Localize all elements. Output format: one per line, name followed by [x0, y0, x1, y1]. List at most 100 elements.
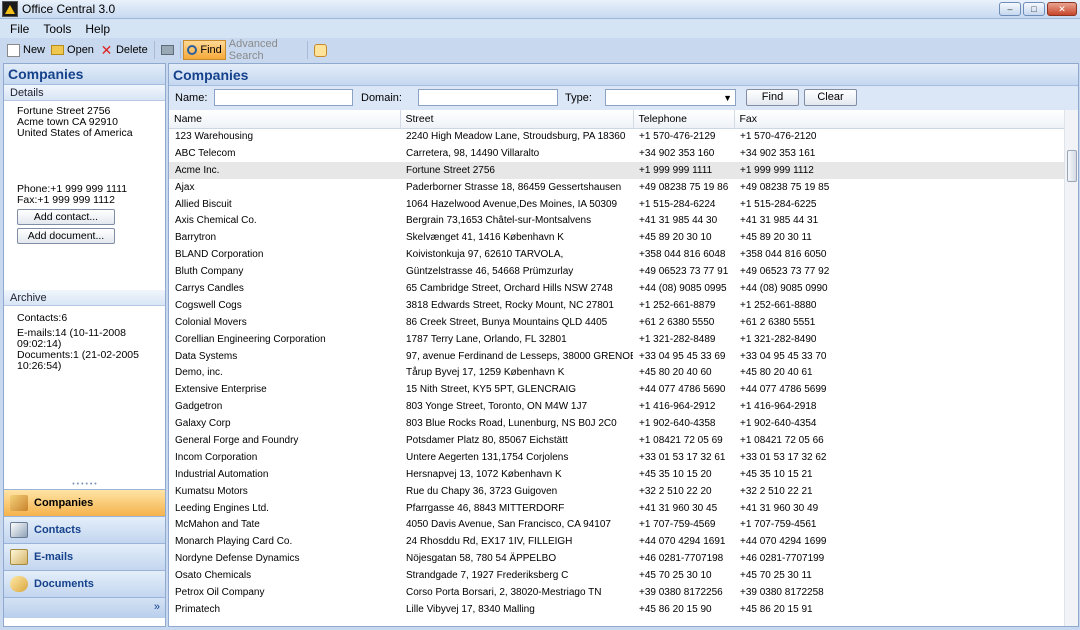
menu-file[interactable]: File	[10, 22, 29, 36]
table-row[interactable]: Industrial Automation Hersnapvej 13, 1072…	[169, 466, 1065, 483]
minimize-button[interactable]: ‒	[999, 2, 1021, 16]
column-header-name[interactable]: Name	[169, 110, 401, 129]
table-row[interactable]: Axis Chemical Co. Bergrain 73,1653 Châtel…	[169, 212, 1065, 229]
companies-table: Name Street Telephone Fax 123 Warehousin…	[169, 110, 1065, 626]
chevron-down-icon: ▼	[723, 93, 732, 103]
delete-x-icon: ✕	[100, 41, 113, 58]
window-title: Office Central 3.0	[22, 2, 116, 16]
cell-name: Industrial Automation	[175, 468, 269, 480]
cell-street: 4050 Davis Avenue, San Francisco, CA 941…	[406, 519, 611, 531]
table-row[interactable]: BLAND Corporation Koivistonkuja 97, 62610…	[169, 246, 1065, 263]
cell-street: 65 Cambridge Street, Orchard Hills NSW 2…	[406, 282, 613, 294]
address-line: United States of America	[17, 127, 133, 139]
cell-name: Gadgetron	[175, 401, 223, 413]
settings-icon	[313, 43, 327, 57]
nav-emails[interactable]: E-mails	[4, 543, 165, 570]
splitter-grip[interactable]: • • • • • •	[4, 481, 165, 488]
cell-name: Corellian Engineering Corporation	[175, 333, 326, 345]
cell-street: Rue du Chapy 36, 3723 Guigoven	[406, 485, 558, 497]
open-folder-icon	[51, 45, 65, 55]
table-row[interactable]: Allied Biscuit 1064 Hazelwood Avenue,Des …	[169, 196, 1065, 213]
cell-telephone: +33 04 95 45 33 69	[639, 350, 726, 362]
menu-help[interactable]: Help	[85, 22, 110, 36]
table-row[interactable]: ABC Telecom Carretera, 98, 14490 Villaral…	[169, 145, 1065, 162]
cell-telephone: +33 01 53 17 32 61	[639, 451, 726, 463]
cell-fax: +44 070 4294 1699	[740, 536, 827, 548]
print-button[interactable]	[158, 40, 177, 60]
nav-more-button[interactable]: »	[4, 597, 165, 618]
table-row[interactable]: Data Systems 97, avenue Ferdinand de Less…	[169, 348, 1065, 365]
cell-fax: +1 321-282-8490	[740, 333, 817, 345]
domain-input[interactable]	[418, 89, 558, 106]
name-input[interactable]	[214, 89, 353, 106]
table-row[interactable]: Galaxy Corp 803 Blue Rocks Road, Lunenbur…	[169, 415, 1065, 432]
table-row[interactable]: Barrytron Skelvænget 41, 1416 København K…	[169, 229, 1065, 246]
column-header-street[interactable]: Street	[400, 110, 634, 129]
cell-name: Kumatsu Motors	[175, 485, 248, 497]
nav-companies[interactable]: Companies	[4, 489, 165, 516]
cell-name: Barrytron	[175, 232, 217, 244]
nav-documents[interactable]: Documents	[4, 570, 165, 597]
table-row[interactable]: Demo, inc. Tårup Byvej 17, 1259 København…	[169, 364, 1065, 381]
cell-fax: +1 999 999 1112	[734, 161, 1065, 179]
cell-street: Potsdamer Platz 80, 85067 Eichstätt	[406, 434, 568, 446]
table-row[interactable]: Cogswell Cogs 3818 Edwards Street, Rocky …	[169, 297, 1065, 314]
table-row[interactable]: 123 Warehousing 2240 High Meadow Lane, St…	[169, 128, 1065, 145]
cell-street: Untere Aegerten 131,1754 Corjolens	[406, 451, 569, 463]
type-select[interactable]: ▼	[605, 89, 736, 106]
table-row[interactable]: Carrys Candles 65 Cambridge Street, Orcha…	[169, 280, 1065, 297]
table-row[interactable]: Bluth Company Güntzelstrasse 46, 54668 Pr…	[169, 263, 1065, 280]
table-row[interactable]: Nordyne Defense Dynamics Nöjesgatan 58, 7…	[169, 550, 1065, 567]
table-row[interactable]: Incom Corporation Untere Aegerten 131,175…	[169, 449, 1065, 466]
delete-button[interactable]: ✕ Delete	[97, 40, 151, 60]
scrollbar-thumb[interactable]	[1067, 150, 1077, 182]
maximize-button[interactable]: □	[1023, 2, 1045, 16]
table-row[interactable]: Petrox Oil Company Corso Porta Borsari, 2…	[169, 584, 1065, 601]
table-row[interactable]: Acme Inc. Fortune Street 2756 +1 999 999 1…	[169, 161, 1065, 179]
add-contact-button[interactable]: Add contact...	[17, 209, 115, 225]
cell-street: Koivistonkuja 97, 62610 TARVOLA,	[406, 249, 564, 261]
vertical-scrollbar[interactable]	[1064, 110, 1078, 626]
menu-tools[interactable]: Tools	[43, 22, 71, 36]
table-row[interactable]: Leeding Engines Ltd. Pfarrgasse 46, 8843 …	[169, 500, 1065, 517]
table-row[interactable]: Gadgetron 803 Yonge Street, Toronto, ON M…	[169, 398, 1065, 415]
cell-fax: +32 2 510 22 21	[740, 485, 813, 497]
table-row[interactable]: Kumatsu Motors Rue du Chapy 36, 3723 Guig…	[169, 483, 1065, 500]
cell-fax: +33 01 53 17 32 62	[740, 451, 827, 463]
cell-telephone: +1 252-661-8879	[639, 299, 716, 311]
close-button[interactable]: ✕	[1047, 2, 1077, 16]
column-header-fax[interactable]: Fax	[734, 110, 1065, 129]
find-button[interactable]: Find	[183, 40, 226, 60]
table-row[interactable]: Primatech Lille Vibyvej 17, 8340 Malling +…	[169, 601, 1065, 618]
filter-clear-button[interactable]: Clear	[804, 89, 857, 106]
table-row[interactable]: Extensive Enterprise 15 Nith Street, KY5 …	[169, 381, 1065, 398]
cell-telephone: +1 515-284-6224	[639, 198, 716, 210]
navigation-pane: Companies Contacts E-mails Documents »	[4, 489, 165, 618]
cell-telephone: +61 2 6380 5550	[639, 316, 715, 328]
cell-street: Nöjesgatan 58, 780 54 ÄPPELBO	[406, 553, 557, 565]
table-row[interactable]: Monarch Playing Card Co. 24 Rhosddu Rd, E…	[169, 533, 1065, 550]
nav-contacts[interactable]: Contacts	[4, 516, 165, 543]
open-button[interactable]: Open	[48, 40, 97, 60]
table-row[interactable]: Osato Chemicals Strandgade 7, 1927 Freder…	[169, 567, 1065, 584]
filter-find-button[interactable]: Find	[746, 89, 799, 106]
filter-bar: Name: Domain: Type: ▼ Find Clear	[169, 86, 1078, 110]
table-row[interactable]: McMahon and Tate 4050 Davis Avenue, San F…	[169, 516, 1065, 533]
new-button[interactable]: New	[4, 40, 48, 60]
toolbar-separator	[179, 41, 181, 59]
cell-fax: +33 04 95 45 33 70	[740, 350, 827, 362]
options-button[interactable]	[311, 40, 330, 60]
cell-telephone: +34 902 353 160	[639, 147, 715, 159]
column-header-telephone[interactable]: Telephone	[633, 110, 735, 129]
cell-name: Demo, inc.	[175, 367, 223, 379]
advanced-search-button[interactable]: Advanced Search	[226, 38, 304, 62]
documents-icon	[10, 576, 28, 592]
table-row[interactable]: General Forge and Foundry Potsdamer Platz…	[169, 432, 1065, 449]
cell-name: Primatech	[175, 603, 221, 615]
table-row[interactable]: Ajax Paderborner Strasse 18, 86459 Gesser…	[169, 179, 1065, 196]
archive-header: Archive	[4, 290, 165, 306]
cell-telephone: +41 31 960 30 45	[639, 502, 718, 514]
add-document-button[interactable]: Add document...	[17, 228, 115, 244]
table-row[interactable]: Corellian Engineering Corporation 1787 Te…	[169, 331, 1065, 348]
table-row[interactable]: Colonial Movers 86 Creek Street, Bunya Mo…	[169, 314, 1065, 331]
